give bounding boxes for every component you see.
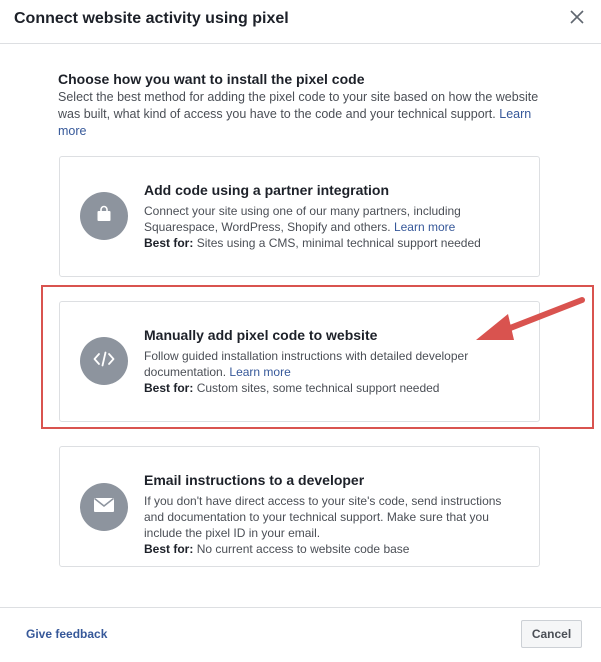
best-for-value: No current access to website code base (196, 542, 410, 556)
option-manual-code[interactable]: Manually add pixel code to website Follo… (59, 301, 540, 422)
intro-section: Choose how you want to install the pixel… (58, 71, 540, 140)
best-for-label: Best for: (144, 381, 194, 395)
option-body: If you don't have direct access to your … (144, 494, 502, 540)
best-for-value: Sites using a CMS, minimal technical sup… (196, 236, 481, 250)
intro-description: Select the best method for adding the pi… (58, 89, 540, 140)
dialog-footer: Give feedback Cancel (0, 607, 601, 662)
dialog-title: Connect website activity using pixel (14, 10, 289, 27)
option-body: Follow guided installation instructions … (144, 348, 524, 380)
option-title: Manually add pixel code to website (144, 327, 378, 343)
cancel-button[interactable]: Cancel (521, 620, 582, 648)
envelope-icon (93, 497, 115, 518)
option-icon-circle (80, 337, 128, 385)
option-title: Add code using a partner integration (144, 182, 390, 198)
option-best-for: Best for: Custom sites, some technical s… (144, 380, 524, 396)
option-text: Manually add pixel code to website Follo… (144, 327, 524, 396)
option-title: Email instructions to a developer (144, 472, 365, 488)
option-icon-circle (80, 192, 128, 240)
annotation-arrow-icon (470, 292, 590, 357)
option-best-for: Best for: No current access to website c… (144, 541, 524, 557)
give-feedback-link[interactable]: Give feedback (26, 627, 107, 641)
intro-description-text: Select the best method for adding the pi… (58, 90, 539, 121)
best-for-label: Best for: (144, 236, 194, 250)
option-body-text: Follow guided installation instructions … (144, 349, 469, 379)
intro-heading: Choose how you want to install the pixel… (58, 71, 365, 87)
option-text: Email instructions to a developer If you… (144, 472, 524, 557)
option-email-developer[interactable]: Email instructions to a developer If you… (59, 446, 540, 567)
code-icon (93, 349, 115, 374)
option-learn-more-link[interactable]: Learn more (229, 365, 290, 379)
dialog-header: Connect website activity using pixel (0, 0, 601, 44)
close-icon[interactable] (569, 9, 585, 25)
pixel-setup-dialog: Connect website activity using pixel Cho… (0, 0, 601, 661)
option-partner-integration[interactable]: Add code using a partner integration Con… (59, 156, 540, 277)
option-icon-circle (80, 483, 128, 531)
option-best-for: Best for: Sites using a CMS, minimal tec… (144, 235, 524, 251)
option-text: Add code using a partner integration Con… (144, 182, 524, 251)
option-body: Connect your site using one of our many … (144, 203, 524, 235)
best-for-value: Custom sites, some technical support nee… (196, 381, 440, 395)
best-for-label: Best for: (144, 542, 194, 556)
shopping-bag-icon (94, 204, 114, 229)
option-learn-more-link[interactable]: Learn more (394, 220, 455, 234)
